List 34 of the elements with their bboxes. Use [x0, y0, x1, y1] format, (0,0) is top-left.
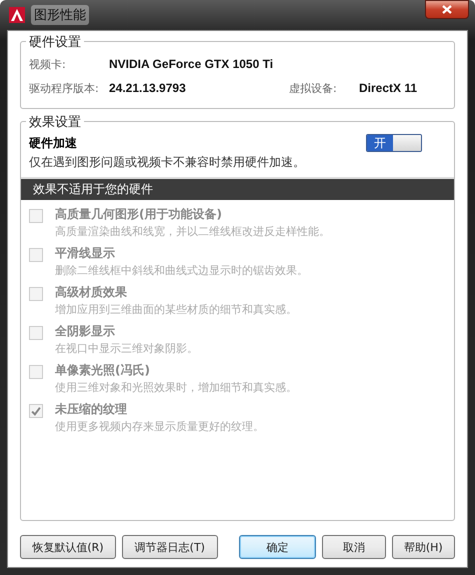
group-title: 硬件设置 — [26, 33, 84, 51]
option-title: 高质量几何图形(用于功能设备) — [55, 206, 223, 223]
option-title: 全阴影显示 — [55, 323, 116, 340]
close-button[interactable] — [425, 0, 469, 19]
dialog-button[interactable]: 确定 — [239, 535, 316, 559]
setting-title: 硬件加速 — [29, 134, 77, 152]
option-description: 增加应用到三维曲面的某些材质的细节和真实感。 — [55, 302, 298, 317]
dialog-button[interactable]: 取消 — [322, 535, 386, 559]
check-icon — [31, 406, 41, 416]
dialog-button[interactable]: 帮助(H) — [392, 535, 455, 559]
field-value: NVIDIA GeForce GTX 1050 Ti — [109, 57, 274, 71]
option-description: 使用三维对象和光照效果时，增加细节和真实感。 — [55, 380, 298, 395]
window-title: 图形性能 — [31, 5, 89, 25]
field-label: 虚拟设备: — [289, 80, 338, 96]
option-title: 未压缩的纹理 — [55, 401, 128, 418]
option-title: 单像素光照(冯氏) — [55, 362, 151, 379]
dialog-button[interactable]: 调节器日志(T) — [122, 535, 218, 559]
toggle-switch[interactable]: 开 — [366, 134, 422, 152]
setting-description: 仅在遇到图形问题或视频卡不兼容时禁用硬件加速。 — [28, 154, 306, 171]
close-icon — [442, 5, 452, 14]
field-label: 视频卡: — [29, 56, 67, 72]
option-description: 删除二维线框中斜线和曲线式边显示时的锯齿效果。 — [55, 263, 309, 278]
app-logo-icon — [9, 7, 25, 23]
field-value: 24.21.13.9793 — [109, 81, 187, 95]
group-title: 效果设置 — [26, 113, 84, 131]
option-description: 在视口中显示三维对象阴影。 — [55, 341, 199, 356]
option-title: 高级材质效果 — [55, 284, 128, 301]
field-value: DirectX 11 — [359, 81, 418, 95]
dialog-button[interactable]: 恢复默认值(R) — [20, 535, 116, 559]
field-label: 驱动程序版本: — [29, 80, 100, 96]
section-header: 效果不适用于您的硬件 — [21, 177, 454, 200]
option-description: 使用更多视频内存来显示质量更好的纹理。 — [55, 419, 265, 434]
option-title: 平滑线显示 — [55, 245, 116, 262]
option-description: 高质量渲染曲线和线宽，并以二维线框改进反走样性能。 — [55, 224, 331, 239]
